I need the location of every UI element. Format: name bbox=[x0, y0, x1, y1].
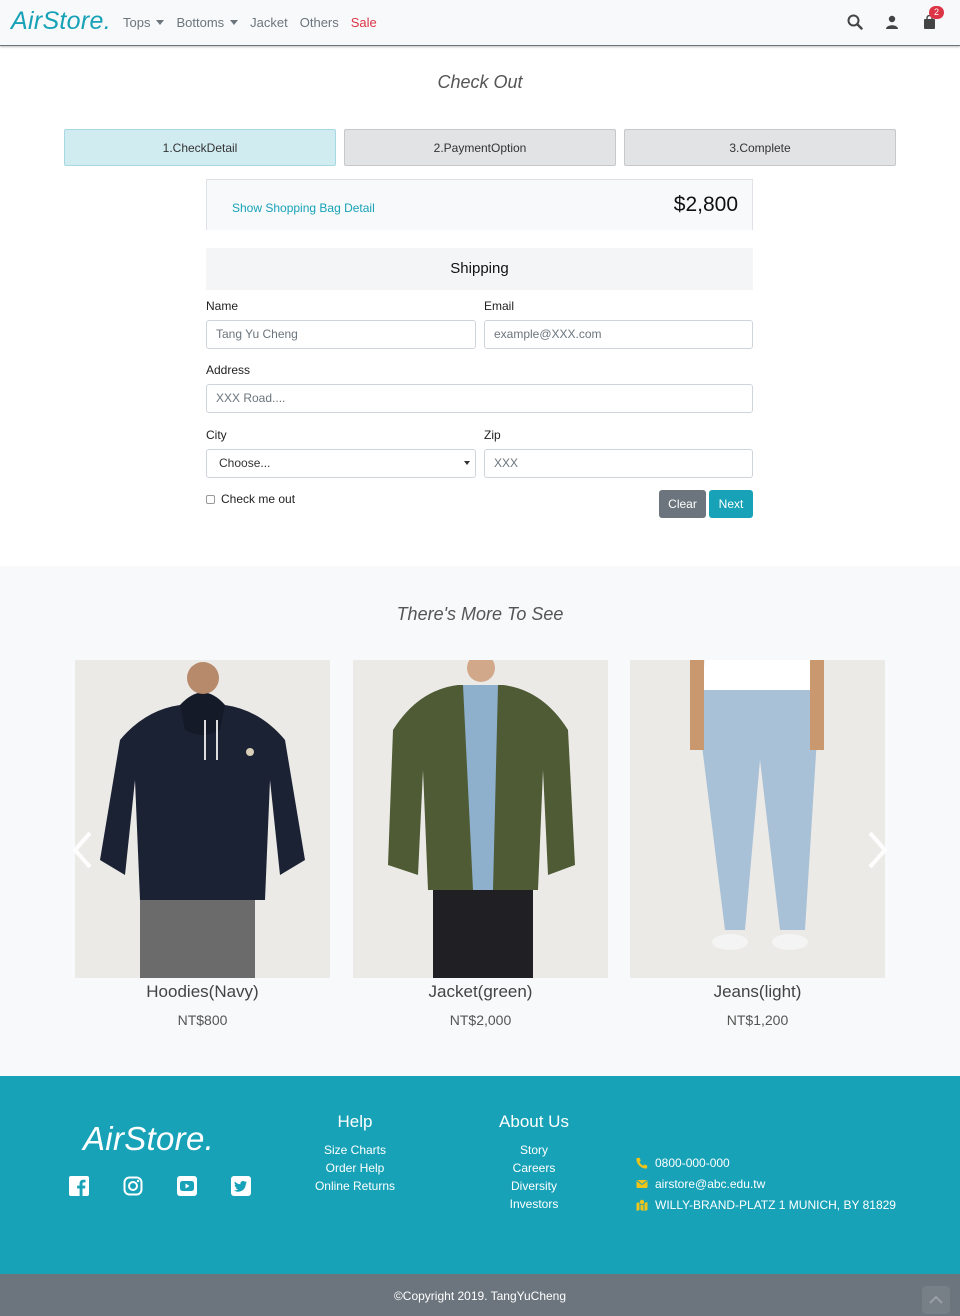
chevron-down-icon bbox=[156, 20, 165, 25]
product-price: NT$800 bbox=[177, 1012, 228, 1028]
shopping-bag-icon[interactable]: 2 bbox=[920, 6, 944, 31]
shopping-bag-summary: Show Shopping Bag Detail $2,800 bbox=[206, 179, 753, 230]
about-link-story[interactable]: Story bbox=[484, 1141, 584, 1159]
next-button[interactable]: Next bbox=[709, 490, 753, 518]
email-address[interactable]: airstore@abc.edu.tw bbox=[655, 1177, 765, 1191]
chevron-down-icon bbox=[464, 461, 470, 465]
address-field[interactable]: XXX Road.... bbox=[206, 384, 753, 413]
help-column: Help Size Charts Order Help Online Retur… bbox=[305, 1112, 405, 1195]
about-column: About Us Story Careers Diversity Investo… bbox=[484, 1112, 584, 1213]
user-icon[interactable] bbox=[883, 13, 901, 31]
city-select[interactable]: Choose... bbox=[206, 449, 476, 478]
step-payment-option[interactable]: 2.PaymentOption bbox=[344, 129, 616, 166]
product-name: Jeans(light) bbox=[713, 982, 802, 1001]
shipping-heading: Shipping bbox=[206, 248, 753, 290]
check-me-out[interactable]: Check me out bbox=[206, 492, 295, 506]
product-card[interactable]: Jeans(light) NT$1,200 bbox=[630, 660, 885, 1028]
copyright-bar: ©Copyright 2019. TangYuCheng bbox=[0, 1274, 960, 1316]
navbar: AirStore. Tops Bottoms Jacket Others Sal… bbox=[0, 0, 960, 46]
city-select-value: Choose... bbox=[219, 456, 271, 470]
help-link-order-help[interactable]: Order Help bbox=[305, 1159, 405, 1177]
nav-link-sale[interactable]: Sale bbox=[351, 15, 377, 30]
address-label: Address bbox=[206, 363, 251, 377]
name-label: Name bbox=[206, 299, 239, 313]
contact-phone: 0800-000-000 bbox=[636, 1152, 896, 1173]
page-title: Check Out bbox=[437, 72, 523, 92]
chevron-down-icon bbox=[230, 20, 239, 25]
about-title: About Us bbox=[499, 1112, 569, 1131]
product-card[interactable]: Hoodies(Navy) NT$800 bbox=[75, 660, 330, 1028]
step-check-detail[interactable]: 1.CheckDetail bbox=[64, 129, 336, 166]
contact-info: 0800-000-000 airstore@abc.edu.tw WILLY-B… bbox=[636, 1152, 896, 1215]
step-complete[interactable]: 3.Complete bbox=[624, 129, 896, 166]
nav-icons: 2 bbox=[827, 6, 944, 31]
zip-label: Zip bbox=[484, 428, 501, 442]
clear-button[interactable]: Clear bbox=[659, 490, 706, 518]
product-name: Jacket(green) bbox=[428, 982, 533, 1001]
nav-link-bottoms[interactable]: Bottoms bbox=[176, 15, 239, 30]
more-to-see-section: There's More To See Hoodies(Navy) NT$800 bbox=[0, 566, 960, 1076]
email-field[interactable]: example@XXX.com bbox=[484, 320, 753, 349]
carousel-next-icon[interactable] bbox=[866, 830, 890, 870]
product-image-hoodie[interactable] bbox=[75, 660, 330, 978]
street-address: WILLY-BRAND-PLATZ 1 MUNICH, BY 81829 bbox=[655, 1197, 896, 1212]
carousel-prev-icon[interactable] bbox=[70, 830, 94, 870]
contact-email: airstore@abc.edu.tw bbox=[636, 1173, 896, 1194]
section-title: There's More To See bbox=[396, 604, 564, 624]
product-name: Hoodies(Navy) bbox=[146, 982, 259, 1001]
product-price: NT$1,200 bbox=[726, 1012, 789, 1028]
product-image-jeans[interactable] bbox=[630, 660, 885, 978]
nav-link-label: Tops bbox=[123, 15, 151, 30]
about-link-diversity[interactable]: Diversity bbox=[484, 1177, 584, 1195]
contact-address: WILLY-BRAND-PLATZ 1 MUNICH, BY 81829 bbox=[636, 1194, 896, 1215]
brand-logo[interactable]: AirStore. bbox=[11, 7, 111, 36]
product-image-jacket[interactable] bbox=[353, 660, 608, 978]
instagram-icon[interactable] bbox=[123, 1176, 143, 1196]
show-bag-detail-link[interactable]: Show Shopping Bag Detail bbox=[232, 201, 375, 215]
help-link-online-returns[interactable]: Online Returns bbox=[305, 1177, 405, 1195]
help-link-size-charts[interactable]: Size Charts bbox=[305, 1141, 405, 1159]
footer: AirStore. Help Size Charts Order Help On… bbox=[0, 1076, 960, 1274]
nav-link-tops[interactable]: Tops bbox=[123, 15, 165, 30]
about-link-investors[interactable]: Investors bbox=[484, 1195, 584, 1213]
cart-count-badge: 2 bbox=[929, 6, 944, 19]
facebook-icon[interactable] bbox=[69, 1176, 89, 1196]
phone-icon bbox=[636, 1157, 648, 1169]
zip-field[interactable]: XXX bbox=[484, 449, 753, 478]
twitter-icon[interactable] bbox=[231, 1176, 251, 1196]
product-price: NT$2,000 bbox=[449, 1012, 512, 1028]
nav-links: Tops Bottoms Jacket Others Sale bbox=[123, 15, 389, 30]
map-marked-icon bbox=[636, 1198, 648, 1211]
order-total: $2,800 bbox=[673, 193, 738, 216]
about-link-careers[interactable]: Careers bbox=[484, 1159, 584, 1177]
envelope-icon bbox=[636, 1179, 648, 1188]
social-links bbox=[69, 1176, 285, 1196]
help-title: Help bbox=[337, 1112, 373, 1131]
email-label: Email bbox=[484, 299, 515, 313]
youtube-icon[interactable] bbox=[177, 1176, 197, 1196]
nav-link-others[interactable]: Others bbox=[300, 15, 339, 30]
footer-brand-logo[interactable]: AirStore. bbox=[83, 1120, 214, 1158]
check-me-out-label: Check me out bbox=[221, 492, 296, 506]
checkout-steps: 1.CheckDetail 2.PaymentOption 3.Complete bbox=[64, 129, 896, 166]
checkbox[interactable] bbox=[206, 494, 215, 504]
nav-link-label: Bottoms bbox=[176, 15, 225, 30]
phone-number[interactable]: 0800-000-000 bbox=[655, 1156, 730, 1170]
nav-link-jacket[interactable]: Jacket bbox=[250, 15, 288, 30]
search-icon[interactable] bbox=[846, 13, 864, 31]
name-field[interactable]: Tang Yu Cheng bbox=[206, 320, 476, 349]
city-label: City bbox=[206, 428, 227, 442]
back-to-top-icon[interactable] bbox=[922, 1286, 950, 1314]
product-card[interactable]: Jacket(green) NT$2,000 bbox=[353, 660, 608, 1028]
